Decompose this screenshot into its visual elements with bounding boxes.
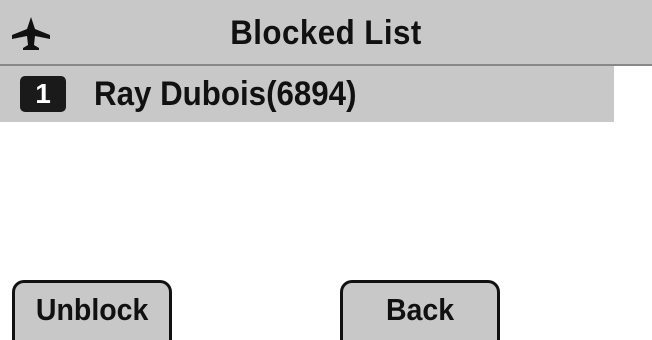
unblock-button-label: Unblock	[35, 292, 149, 327]
back-button[interactable]: Back	[340, 280, 500, 340]
unblock-button[interactable]: Unblock	[12, 280, 172, 340]
line-number-badge: 1	[20, 76, 66, 112]
phone-screen: Blocked List 1 Ray Dubois(6894) Unblock …	[0, 0, 652, 340]
contact-label: Ray Dubois(6894)	[94, 75, 357, 113]
list-item[interactable]: 1 Ray Dubois(6894)	[0, 66, 614, 122]
page-title: Blocked List	[230, 14, 422, 52]
back-button-label: Back	[385, 292, 455, 327]
title-bar: Blocked List	[0, 0, 652, 66]
